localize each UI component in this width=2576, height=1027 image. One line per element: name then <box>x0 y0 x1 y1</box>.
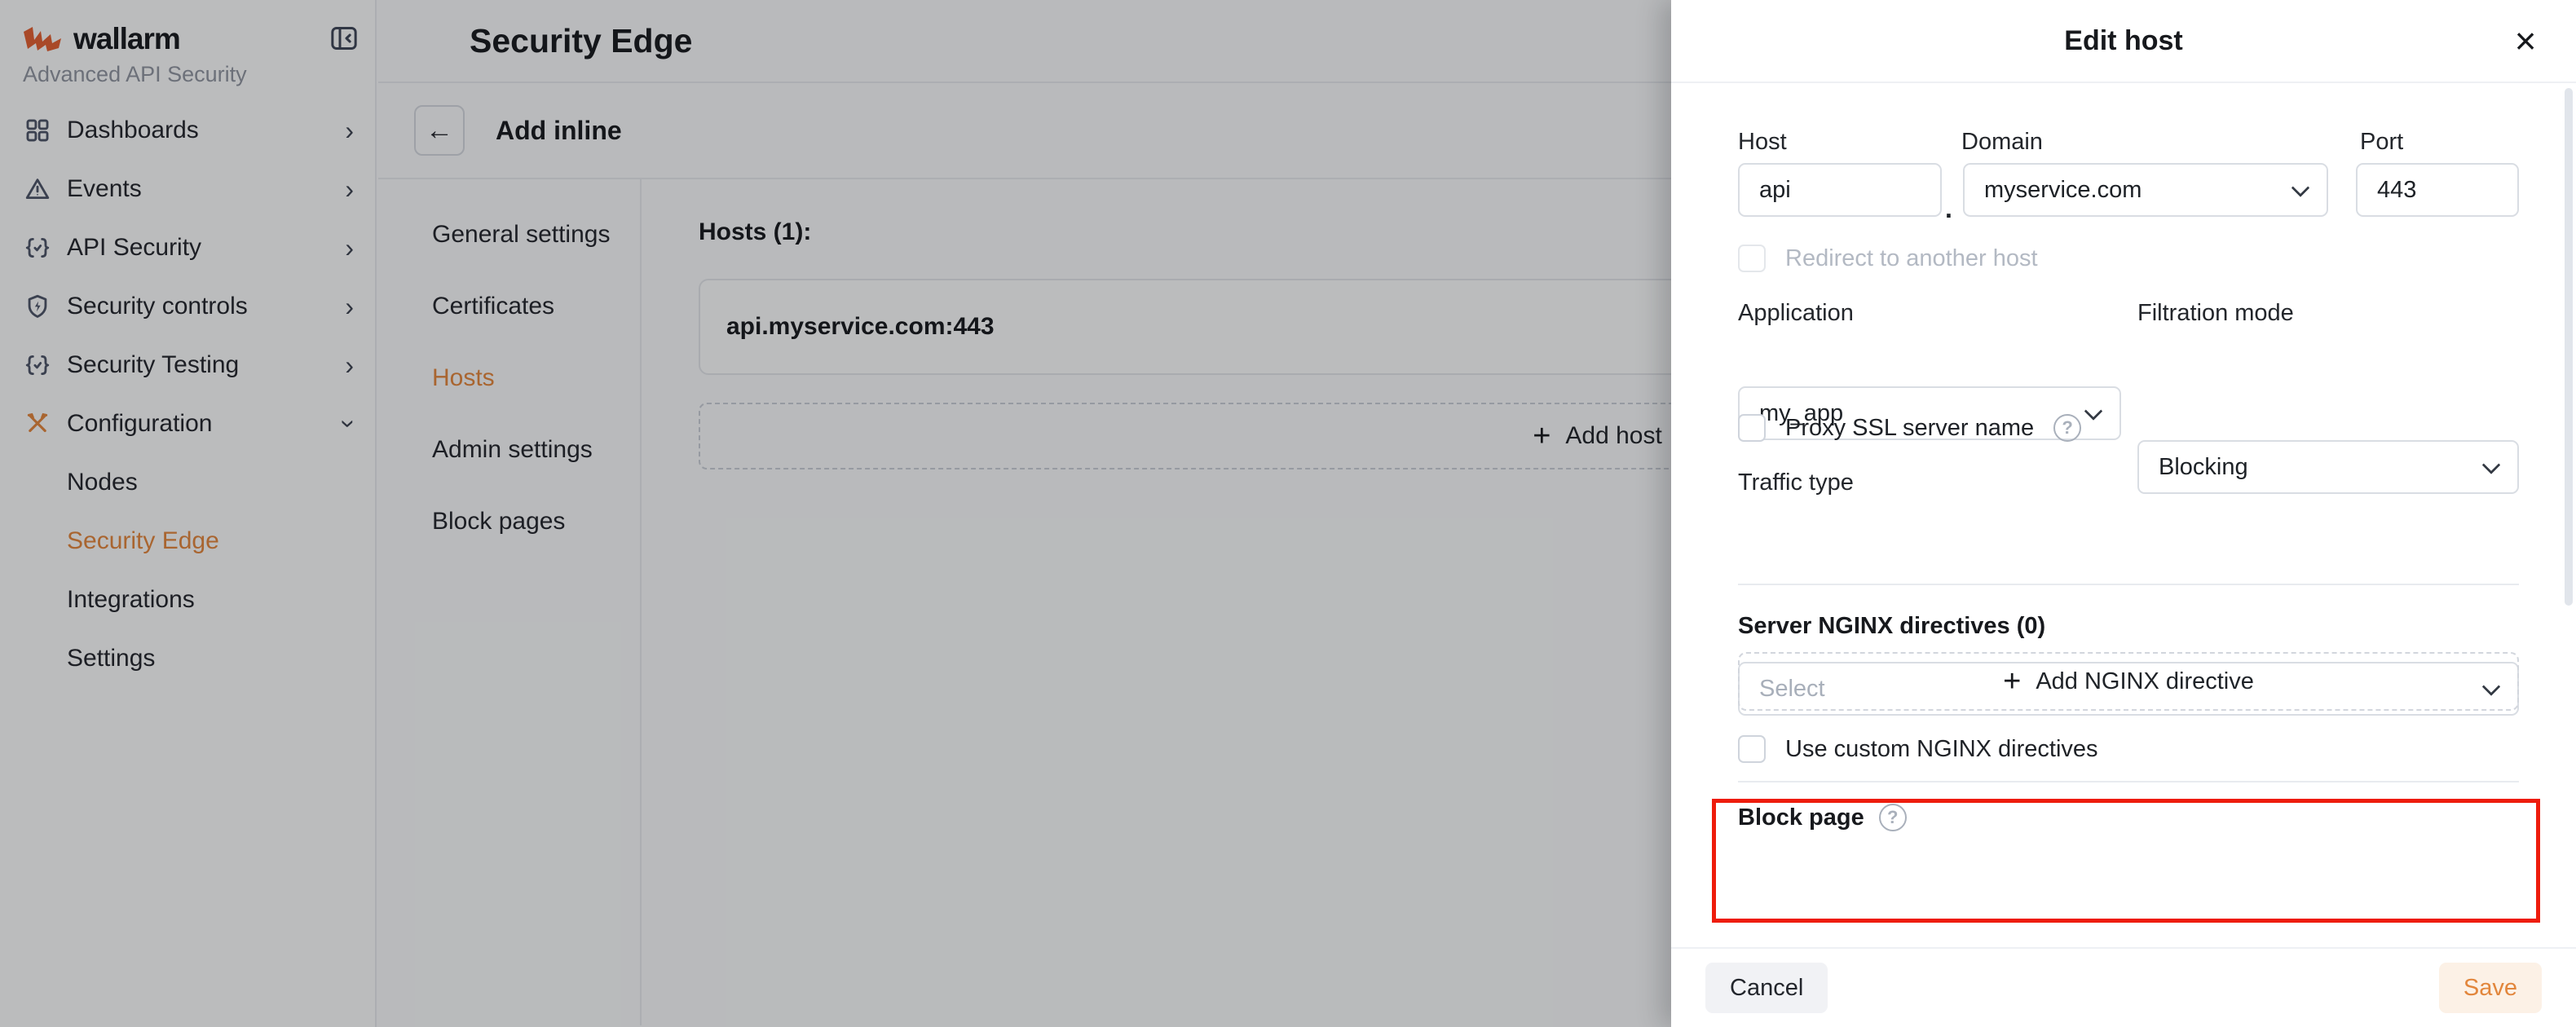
help-icon[interactable]: ? <box>2053 414 2081 442</box>
custom-nginx-label: Use custom NGINX directives <box>1785 736 2098 763</box>
port-input[interactable] <box>2356 163 2519 217</box>
block-page-label: Block page <box>1738 804 1864 831</box>
chevron-down-icon <box>2482 456 2501 474</box>
proxy-ssl-label: Proxy SSL server name <box>1785 415 2034 442</box>
save-label: Save <box>2464 975 2517 1002</box>
redirect-checkbox-row: Redirect to another host <box>1738 245 2038 272</box>
add-nginx-directive-button[interactable]: + Add NGINX directive <box>1738 652 2519 711</box>
host-input[interactable] <box>1738 163 1942 217</box>
chevron-down-icon <box>2084 402 2103 421</box>
close-button[interactable]: × <box>2503 18 2548 64</box>
close-icon: × <box>2515 19 2537 63</box>
custom-nginx-checkbox[interactable] <box>1738 735 1766 763</box>
help-icon[interactable]: ? <box>1879 804 1907 831</box>
edit-host-drawer: Edit host × Host Domain Port . myservice… <box>1671 0 2576 1027</box>
domain-label: Domain <box>1961 129 2043 156</box>
nginx-directives-heading: Server NGINX directives (0) <box>1738 613 2045 640</box>
custom-nginx-checkbox-row: Use custom NGINX directives <box>1738 735 2098 763</box>
section-divider <box>1738 781 2519 782</box>
drawer-footer: Cancel Save <box>1671 947 2576 1027</box>
chevron-down-icon <box>2291 179 2310 197</box>
add-nginx-directive-label: Add NGINX directive <box>2036 668 2254 695</box>
host-label: Host <box>1738 129 1787 156</box>
traffic-type-label: Traffic type <box>1738 469 1854 496</box>
drawer-header: Edit host × <box>1671 0 2576 83</box>
filtration-mode-select[interactable]: Blocking <box>2137 440 2519 494</box>
cancel-label: Cancel <box>1730 975 1803 1002</box>
plus-icon: + <box>2003 666 2021 697</box>
application-label: Application <box>1738 300 1854 327</box>
host-domain-separator: . <box>1945 194 1952 224</box>
redirect-checkbox[interactable] <box>1738 245 1766 272</box>
drawer-title: Edit host <box>2064 25 2182 57</box>
filtration-mode-label: Filtration mode <box>2137 300 2294 327</box>
wallarm-console: wallarm Advanced API Security Dashboards… <box>0 0 2576 1027</box>
filtration-mode-value: Blocking <box>2159 454 2248 481</box>
domain-select[interactable]: myservice.com <box>1963 163 2328 217</box>
port-label: Port <box>2360 129 2403 156</box>
save-button[interactable]: Save <box>2439 963 2542 1013</box>
redirect-label: Redirect to another host <box>1785 245 2038 272</box>
drawer-body: Host Domain Port . myservice.com Redirec… <box>1671 83 2576 947</box>
domain-value: myservice.com <box>1984 177 2142 204</box>
proxy-ssl-checkbox[interactable] <box>1738 414 1766 442</box>
proxy-ssl-checkbox-row: Proxy SSL server name ? <box>1738 414 2081 442</box>
section-divider <box>1738 584 2519 585</box>
block-page-label-row: Block page ? <box>1738 804 1907 831</box>
cancel-button[interactable]: Cancel <box>1705 963 1828 1013</box>
drawer-scrollbar[interactable] <box>2565 88 2573 606</box>
